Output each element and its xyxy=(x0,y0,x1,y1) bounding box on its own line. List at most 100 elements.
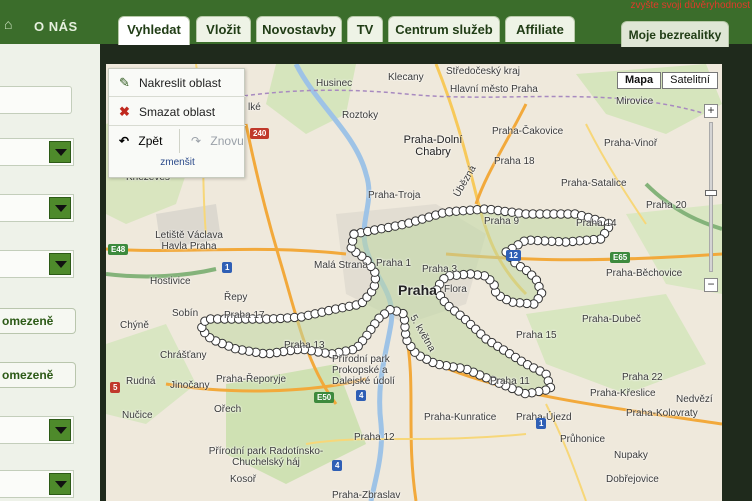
trust-warning-link[interactable]: zvyšte svoji důvěryhodnost xyxy=(630,0,750,11)
tab-affiliate[interactable]: Affiliate xyxy=(505,16,575,42)
map-label: Praha 15 xyxy=(516,330,557,341)
unlimited-button[interactable]: omezeně xyxy=(0,308,76,334)
map-label: Chrášťany xyxy=(160,350,207,361)
filter-input[interactable] xyxy=(0,86,72,114)
undo-label: Zpět xyxy=(138,134,163,148)
tab-service-center[interactable]: Centrum služeb xyxy=(388,16,500,42)
filter-sidebar: omezeně omezeně xyxy=(0,44,100,501)
map-label: Rudná xyxy=(126,376,156,387)
pen-icon: ✎ xyxy=(119,75,130,90)
map-label: Praha 11 xyxy=(490,376,530,387)
zoom-slider-handle[interactable] xyxy=(705,189,717,196)
home-icon[interactable]: ⌂ xyxy=(4,16,22,34)
map-label: Letiště Václava Havla Praha xyxy=(155,230,223,252)
map-label: Praha 12 xyxy=(354,432,395,443)
filter-select[interactable] xyxy=(0,470,74,498)
map-label: Praha-Řeporyje xyxy=(216,374,287,385)
map-type-satellite-button[interactable]: Satelitní xyxy=(662,72,718,89)
tab-search[interactable]: Vyhledat xyxy=(118,16,190,45)
map-label: Nupaky xyxy=(614,450,648,461)
map-label: Hlavní město Praha xyxy=(450,84,538,95)
map-label: Praha-Kolovraty xyxy=(626,408,698,419)
map-label: Praha-Křeslice xyxy=(590,388,656,399)
map-label: Chýně xyxy=(120,320,149,331)
map-label: Praha-Dubeč xyxy=(582,314,641,325)
filter-select[interactable] xyxy=(0,138,74,166)
map-label: Průhonice xyxy=(560,434,606,445)
chevron-down-icon[interactable] xyxy=(49,473,71,495)
delete-area-button[interactable]: ✖ Smazat oblast xyxy=(109,98,246,126)
map-label: Praha 1 xyxy=(376,258,412,269)
shrink-link[interactable]: zmenšit xyxy=(109,157,246,168)
map-label: Praha 9 xyxy=(484,216,520,227)
about-link[interactable]: O NÁS xyxy=(34,19,78,34)
road-shield: 1 xyxy=(536,418,547,429)
road-shield: 12 xyxy=(506,250,521,261)
map-label: Praha 3 xyxy=(422,264,458,275)
map-label: Dobřejovice xyxy=(606,474,659,485)
road-shield: 1 xyxy=(222,262,233,273)
zoom-slider-track[interactable] xyxy=(709,122,713,272)
map-label: Flora xyxy=(444,284,467,295)
map-label: Praha-Vinoř xyxy=(604,138,658,149)
draw-area-label: Nakreslit oblast xyxy=(139,76,222,90)
filter-select[interactable] xyxy=(0,250,74,278)
map-label: Praha-Satalice xyxy=(561,178,627,189)
map-label: Husinec xyxy=(316,78,353,89)
road-shield: 4 xyxy=(356,390,367,401)
chevron-down-icon[interactable] xyxy=(49,253,71,275)
tab-tv[interactable]: TV xyxy=(347,16,383,42)
map-label: Přírodní park Prokopské a Dalejské údolí xyxy=(332,354,395,387)
tab-insert[interactable]: Vložit xyxy=(196,16,251,42)
map-label: Nučice xyxy=(122,410,153,421)
map-label: Praha 13 xyxy=(284,340,325,351)
map-label: Nedvězí xyxy=(676,394,713,405)
bezrealitky-search-page: ⌂ O NÁS zvyšte svoji důvěryhodnost Vyhle… xyxy=(0,0,752,501)
map-label: Praha 17 xyxy=(224,310,265,321)
road-shield: 240 xyxy=(250,128,270,139)
map-label: Ořech xyxy=(214,404,242,415)
road-shield: E65 xyxy=(610,252,631,263)
filter-select[interactable] xyxy=(0,416,74,444)
unlimited-button[interactable]: omezeně xyxy=(0,362,76,388)
road-shield: E50 xyxy=(314,392,335,403)
redo-button[interactable]: ↷ Znovu xyxy=(191,127,245,155)
map-label: Praha-Troja xyxy=(368,190,421,201)
map-label: Praha 20 xyxy=(646,200,687,211)
tab-my-account[interactable]: Moje bezrealitky xyxy=(621,21,729,47)
chevron-down-icon[interactable] xyxy=(49,141,71,163)
map-label: Praha-Čakovice xyxy=(492,126,564,137)
map-label: Praha 14 xyxy=(576,218,617,229)
draw-area-panel: ✎ Nakreslit oblast ✖ Smazat oblast ↶ Zpě… xyxy=(108,68,246,178)
draw-area-button[interactable]: ✎ Nakreslit oblast xyxy=(109,69,246,97)
top-navigation-bar: ⌂ O NÁS zvyšte svoji důvěryhodnost Vyhle… xyxy=(0,0,752,47)
zoom-out-button[interactable]: − xyxy=(704,278,718,292)
zoom-control: + − xyxy=(704,104,718,294)
road-shield: 4 xyxy=(332,460,343,471)
redo-label: Znovu xyxy=(210,134,244,148)
undo-button[interactable]: ↶ Zpět xyxy=(119,127,177,155)
road-shield: 5 xyxy=(110,382,121,393)
map-label: Praha-Dolní Chabry xyxy=(403,134,463,158)
zoom-in-button[interactable]: + xyxy=(704,104,718,118)
filter-select[interactable] xyxy=(0,194,74,222)
close-icon: ✖ xyxy=(119,104,130,119)
chevron-down-icon[interactable] xyxy=(49,419,71,441)
map-label: Praha 18 xyxy=(494,156,535,167)
polygon-vertex[interactable] xyxy=(349,229,359,239)
map-label: Praha-Kunratice xyxy=(424,412,497,423)
tab-new-buildings[interactable]: Novostavby xyxy=(256,16,342,42)
map-type-map-button[interactable]: Mapa xyxy=(617,72,661,89)
undo-icon: ↶ xyxy=(119,134,130,148)
map-label: Praha-Zbraslav xyxy=(332,490,401,501)
map-label: Hostivice xyxy=(150,276,191,287)
map-label: Sobín xyxy=(172,308,199,319)
map-label: Klecany xyxy=(388,72,424,83)
delete-area-label: Smazat oblast xyxy=(139,105,216,119)
map-label: Kosoř xyxy=(230,474,257,485)
map-label: lké xyxy=(248,102,261,113)
map-label: Mirovice xyxy=(616,96,654,107)
map-label: Středočeský kraj xyxy=(446,66,520,77)
chevron-down-icon[interactable] xyxy=(49,197,71,219)
map-label: Přírodní park Radotínsko-Chuchelský háj xyxy=(208,446,324,468)
